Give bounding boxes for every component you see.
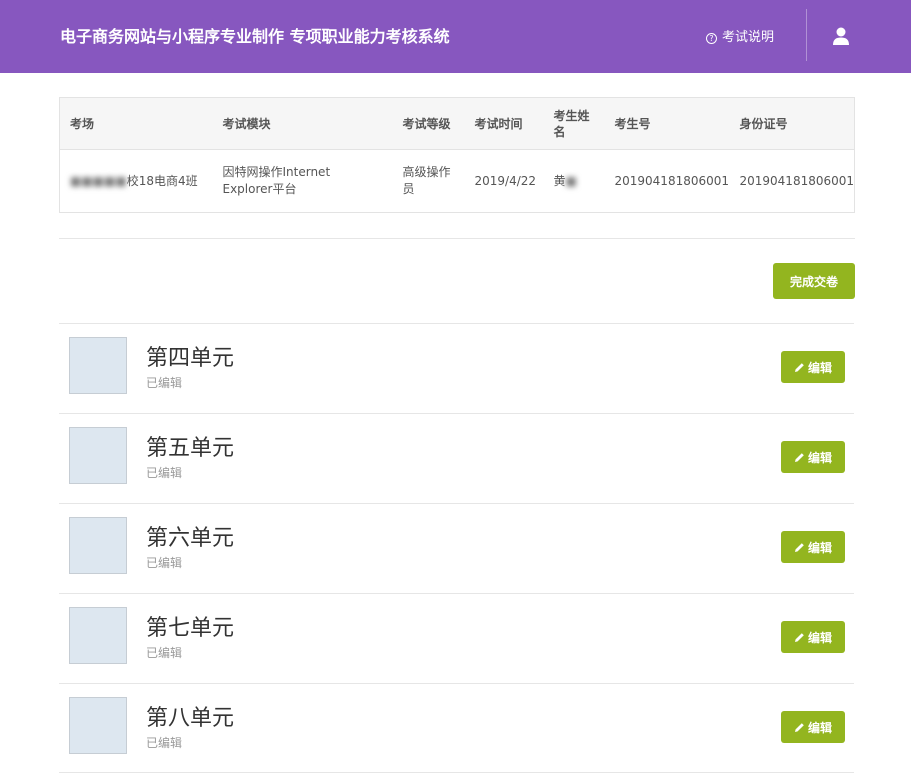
unit-title: 第五单元	[146, 436, 235, 461]
exam-instructions-label: 考试说明	[722, 30, 775, 45]
unit-thumbnail	[69, 697, 127, 754]
table-row: ■■■■■校18电商4班 因特网操作Internet Explorer平台 高级…	[60, 150, 855, 213]
edit-button[interactable]: 编辑	[781, 531, 845, 563]
top-navbar: 电子商务网站与小程序专业制作 专项职业能力考核系统 ? 考试说明	[0, 0, 911, 73]
section-divider	[59, 238, 855, 239]
cell-level: 高级操作员	[402, 165, 451, 196]
cell-name: 黄■	[544, 150, 605, 213]
cell-module: 因特网操作Internet Explorer平台	[222, 165, 331, 196]
edit-button[interactable]: 编辑	[781, 621, 845, 653]
edit-button-label: 编辑	[807, 540, 832, 555]
cell-candidate-no: 201904181806001	[614, 173, 730, 188]
unit-list-item: 第八单元 已编辑 编辑	[59, 683, 854, 773]
blurred-venue-prefix: ■■■■■	[70, 173, 127, 188]
unit-title: 第六单元	[146, 526, 235, 551]
edit-button-label: 编辑	[807, 450, 832, 465]
edit-button[interactable]: 编辑	[781, 441, 845, 473]
unit-title: 第七单元	[146, 616, 235, 641]
unit-status: 已编辑	[146, 646, 183, 660]
edit-button-label: 编辑	[807, 720, 832, 735]
cell-id-no: 201904181806001	[739, 173, 855, 188]
unit-status: 已编辑	[146, 466, 183, 480]
table-header-row: 考场 考试模块 考试等级 考试时间 考生姓名 考生号 身份证号	[59, 97, 855, 150]
unit-list-item: 第四单元 已编辑 编辑	[59, 323, 854, 413]
unit-list-item: 第六单元 已编辑 编辑	[59, 503, 854, 593]
question-circle-icon: ?	[706, 32, 717, 44]
pencil-icon	[794, 722, 805, 733]
unit-title: 第八单元	[146, 706, 235, 731]
pencil-icon	[794, 362, 805, 373]
pencil-icon	[794, 542, 805, 553]
unit-thumbnail	[69, 517, 127, 574]
unit-thumbnail	[69, 337, 127, 394]
unit-status: 已编辑	[146, 376, 183, 390]
column-header-id-no: 身份证号	[729, 97, 855, 150]
edit-button[interactable]: 编辑	[781, 711, 845, 743]
column-header-module: 考试模块	[212, 97, 393, 150]
column-header-candidate-no: 考生号	[604, 97, 730, 150]
unit-thumbnail	[69, 607, 127, 664]
edit-button-label: 编辑	[807, 630, 832, 645]
app-title: 电子商务网站与小程序专业制作 专项职业能力考核系统	[60, 27, 450, 46]
column-header-name: 考生姓名	[543, 97, 605, 150]
unit-title: 第四单元	[146, 346, 235, 371]
venue-value: 校18电商4班	[126, 173, 198, 188]
pencil-icon	[794, 632, 805, 643]
exam-info-table: 考场 考试模块 考试等级 考试时间 考生姓名 考生号 身份证号 ■■■■■校18…	[59, 97, 855, 213]
unit-status: 已编辑	[146, 556, 183, 570]
column-header-level: 考试等级	[392, 97, 465, 150]
column-header-date: 考试时间	[464, 97, 544, 150]
column-header-venue: 考场	[59, 97, 213, 150]
cell-venue: ■■■■■校18电商4班	[60, 150, 213, 213]
edit-button[interactable]: 编辑	[781, 351, 845, 383]
unit-list-item: 第七单元 已编辑 编辑	[59, 593, 854, 683]
exam-instructions-link[interactable]: ? 考试说明	[706, 30, 774, 46]
user-icon	[833, 27, 849, 45]
unit-thumbnail	[69, 427, 127, 484]
nav-divider	[806, 9, 807, 61]
submit-exam-button[interactable]: 完成交卷	[773, 263, 855, 299]
blurred-name-suffix: ■	[565, 173, 577, 188]
edit-button-label: 编辑	[807, 360, 832, 375]
unit-list-item: 第五单元 已编辑 编辑	[59, 413, 854, 503]
name-value: 黄	[553, 173, 566, 188]
cell-date: 2019/4/22	[474, 173, 537, 188]
user-menu-button[interactable]	[831, 26, 851, 46]
unit-status: 已编辑	[146, 736, 183, 750]
pencil-icon	[794, 452, 805, 463]
